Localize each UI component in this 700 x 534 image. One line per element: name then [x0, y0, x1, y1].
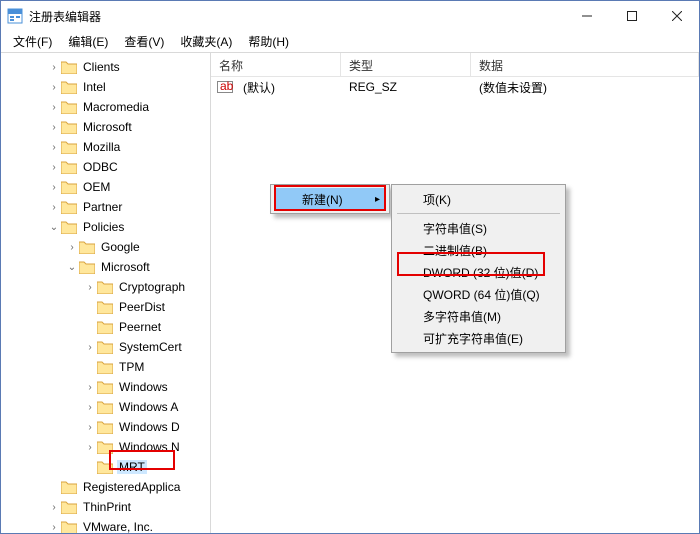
- expand-icon[interactable]: ›: [47, 182, 61, 193]
- tree-item[interactable]: Policies: [81, 220, 126, 234]
- tree-item[interactable]: Cryptograph: [117, 280, 187, 294]
- tree-item[interactable]: OEM: [81, 180, 112, 194]
- tree-item[interactable]: Clients: [81, 60, 122, 74]
- tree-item[interactable]: Microsoft: [81, 120, 134, 134]
- tree-item[interactable]: Windows N: [117, 440, 182, 454]
- tree-item[interactable]: Mozilla: [81, 140, 122, 154]
- minimize-button[interactable]: [564, 1, 609, 30]
- ctx-new-qword[interactable]: QWORD (64 位)值(Q): [395, 283, 562, 305]
- expand-icon[interactable]: ›: [47, 502, 61, 513]
- close-button[interactable]: [654, 1, 699, 30]
- tree-item[interactable]: Peernet: [117, 320, 163, 334]
- cell-type: REG_SZ: [341, 80, 471, 94]
- expand-icon[interactable]: ›: [83, 282, 97, 293]
- expand-icon[interactable]: ›: [47, 142, 61, 153]
- ctx-new[interactable]: 新建(N) ▸: [274, 188, 386, 210]
- tree-pane[interactable]: ›Clients ›Intel ›Macromedia ›Microsoft ›…: [1, 53, 211, 533]
- column-headers: 名称 类型 数据: [211, 53, 699, 77]
- tree-item[interactable]: Windows D: [117, 420, 182, 434]
- tree-item[interactable]: Intel: [81, 80, 108, 94]
- menu-help[interactable]: 帮助(H): [242, 31, 295, 52]
- ctx-new-dword[interactable]: DWORD (32 位)值(D): [395, 261, 562, 283]
- string-value-icon: [217, 79, 233, 95]
- value-row[interactable]: (默认) REG_SZ (数值未设置): [211, 77, 699, 97]
- menu-favorites[interactable]: 收藏夹(A): [174, 31, 238, 52]
- expand-icon[interactable]: ›: [47, 202, 61, 213]
- tree-item[interactable]: ODBC: [81, 160, 120, 174]
- ctx-new-expandstring[interactable]: 可扩充字符串值(E): [395, 327, 562, 349]
- window-controls: [564, 1, 699, 31]
- submenu-arrow-icon: ▸: [375, 194, 380, 205]
- tree-item[interactable]: Microsoft: [99, 260, 152, 274]
- tree-item[interactable]: ThinPrint: [81, 500, 133, 514]
- context-menu: 新建(N) ▸: [270, 184, 390, 214]
- expand-icon[interactable]: ›: [47, 102, 61, 113]
- expand-icon[interactable]: ›: [83, 442, 97, 453]
- expand-icon[interactable]: ›: [47, 122, 61, 133]
- col-data[interactable]: 数据: [471, 53, 699, 76]
- expand-icon[interactable]: ›: [83, 382, 97, 393]
- expand-icon[interactable]: ›: [83, 342, 97, 353]
- tree-item[interactable]: Windows: [117, 380, 170, 394]
- collapse-icon[interactable]: ⌄: [47, 222, 61, 233]
- tree-item[interactable]: RegisteredApplica: [81, 480, 182, 494]
- menu-file[interactable]: 文件(F): [7, 31, 58, 52]
- expand-icon[interactable]: ›: [83, 402, 97, 413]
- expand-icon[interactable]: ›: [47, 62, 61, 73]
- content-area: ›Clients ›Intel ›Macromedia ›Microsoft ›…: [1, 53, 699, 533]
- value-list-pane: 名称 类型 数据 (默认) REG_SZ (数值未设置) 新建(N) ▸ 项(K…: [211, 53, 699, 533]
- window-title: 注册表编辑器: [29, 8, 564, 25]
- ctx-new-key[interactable]: 项(K): [395, 188, 562, 210]
- menubar: 文件(F) 编辑(E) 查看(V) 收藏夹(A) 帮助(H): [1, 31, 699, 53]
- tree-item[interactable]: Partner: [81, 200, 124, 214]
- col-type[interactable]: 类型: [341, 53, 471, 76]
- tree-item[interactable]: Macromedia: [81, 100, 151, 114]
- menu-edit[interactable]: 编辑(E): [62, 31, 114, 52]
- cell-data: (数值未设置): [471, 79, 699, 96]
- tree-item[interactable]: Google: [99, 240, 142, 254]
- context-submenu-new: 项(K) 字符串值(S) 二进制值(B) DWORD (32 位)值(D) QW…: [391, 184, 566, 353]
- ctx-new-multistring[interactable]: 多字符串值(M): [395, 305, 562, 327]
- tree-item-selected[interactable]: MRT: [117, 460, 147, 474]
- ctx-new-binary[interactable]: 二进制值(B): [395, 239, 562, 261]
- tree-item[interactable]: SystemCert: [117, 340, 184, 354]
- app-icon: [7, 8, 23, 24]
- registry-editor-window: 注册表编辑器 文件(F) 编辑(E) 查看(V) 收藏夹(A) 帮助(H) › C…: [0, 0, 700, 534]
- expand-icon[interactable]: ›: [47, 162, 61, 173]
- tree-item[interactable]: TPM: [117, 360, 146, 374]
- expand-icon[interactable]: ›: [47, 522, 61, 533]
- maximize-button[interactable]: [609, 1, 654, 30]
- menu-view[interactable]: 查看(V): [118, 31, 170, 52]
- ctx-new-label: 新建(N): [302, 191, 343, 208]
- col-name[interactable]: 名称: [211, 53, 341, 76]
- ctx-new-string[interactable]: 字符串值(S): [395, 217, 562, 239]
- tree-item[interactable]: PeerDist: [117, 300, 167, 314]
- collapse-icon[interactable]: ⌄: [65, 262, 79, 273]
- tree-item[interactable]: Windows A: [117, 400, 180, 414]
- expand-icon[interactable]: ›: [65, 242, 79, 253]
- titlebar: 注册表编辑器: [1, 1, 699, 31]
- tree-item[interactable]: VMware, Inc.: [81, 520, 155, 533]
- cell-name: (默认): [235, 79, 341, 96]
- expand-icon[interactable]: ›: [83, 422, 97, 433]
- expand-icon[interactable]: ›: [47, 82, 61, 93]
